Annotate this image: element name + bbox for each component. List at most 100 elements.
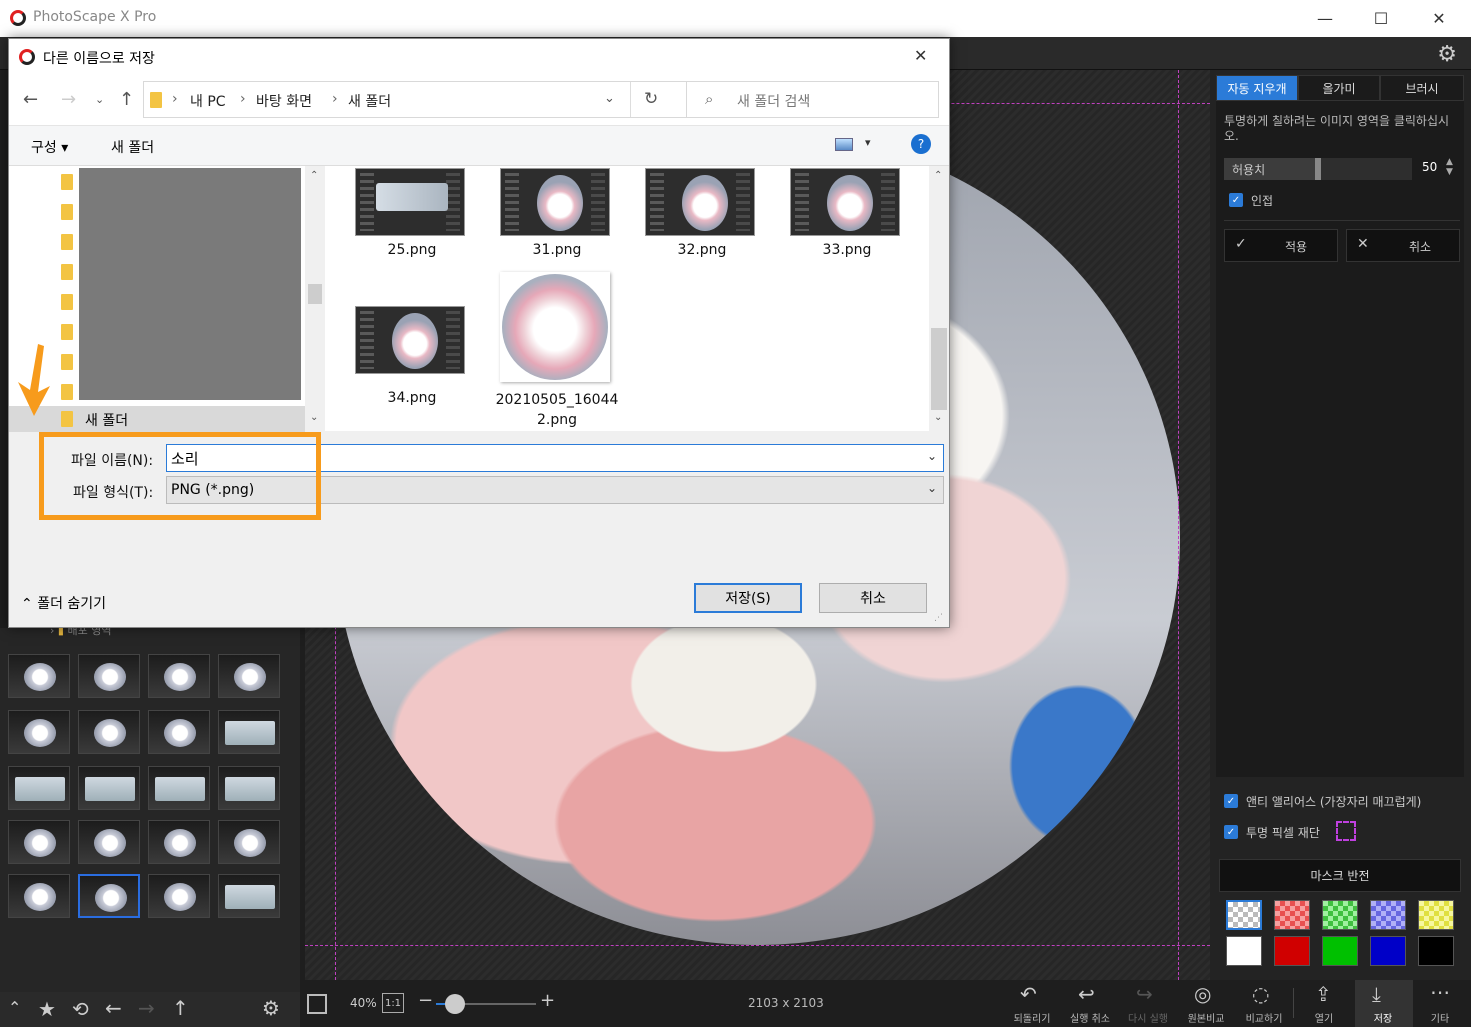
file-name[interactable]: 31.png <box>487 242 627 258</box>
more-icon[interactable]: ⋯ <box>1430 980 1450 1004</box>
apply-button[interactable]: ✓ 적용 <box>1224 229 1338 262</box>
swatch-blue[interactable] <box>1370 936 1406 966</box>
address-dropdown-icon[interactable]: ⌄ <box>604 91 615 106</box>
scroll-thumb[interactable] <box>308 284 322 304</box>
thumbnail[interactable] <box>218 654 280 698</box>
thumbnail[interactable] <box>218 710 280 754</box>
minimize-button[interactable]: — <box>1296 0 1354 37</box>
thumbnail[interactable] <box>218 820 280 864</box>
forward-arrow-icon[interactable]: → <box>61 89 76 110</box>
settings-gear-icon[interactable]: ⚙ <box>1437 42 1457 67</box>
thumbnail[interactable] <box>218 766 280 810</box>
back-arrow-icon[interactable]: ← <box>23 89 38 110</box>
swatch-transparent[interactable] <box>1226 900 1262 930</box>
swatch-green-checker[interactable] <box>1322 900 1358 930</box>
invert-mask-button[interactable]: 마스크 반전 <box>1219 859 1461 892</box>
thumbnail[interactable] <box>78 710 140 754</box>
thumbnail[interactable] <box>8 766 70 810</box>
compare-icon[interactable]: ◌ <box>1252 982 1269 1006</box>
breadcrumb-new-folder[interactable]: 새 폴더 <box>348 91 391 111</box>
swatch-yellow-checker[interactable] <box>1418 900 1454 930</box>
cancel-button[interactable]: 취소 <box>819 583 927 613</box>
swatch-red-checker[interactable] <box>1274 900 1310 930</box>
dialog-close-button[interactable]: ✕ <box>914 46 927 65</box>
tree-item-selected[interactable]: 새 폴더 <box>9 406 305 432</box>
tab-lasso[interactable]: 올가미 <box>1298 75 1380 101</box>
organize-button[interactable]: 구성 ▾ <box>31 137 68 157</box>
up-arrow-icon[interactable]: ↑ <box>119 89 134 110</box>
cancel-tool-button[interactable]: ✕ 취소 <box>1346 229 1460 262</box>
open-label[interactable]: 열기 <box>1294 1010 1354 1025</box>
save-icon[interactable]: ⤓ <box>1372 982 1381 1006</box>
tolerance-value[interactable]: 50 <box>1422 160 1437 174</box>
search-input[interactable]: ⌕ 새 폴더 검색 <box>686 81 939 118</box>
revert-icon[interactable]: ↶ <box>1020 982 1037 1006</box>
breadcrumb-this-pc[interactable]: 내 PC <box>190 91 226 111</box>
filetype-dropdown-icon[interactable]: ⌄ <box>927 481 937 495</box>
zoom-in-icon[interactable]: + <box>540 990 555 1011</box>
up-arrow-icon[interactable]: ↑ <box>172 996 189 1020</box>
zoom-out-icon[interactable]: − <box>418 990 433 1011</box>
swatch-red[interactable] <box>1274 936 1310 966</box>
thumbnail-selected[interactable] <box>78 874 140 918</box>
redo-icon[interactable]: ↪ <box>1136 982 1153 1006</box>
compare-label[interactable]: 비교하기 <box>1234 1010 1294 1025</box>
undo-icon[interactable]: ↩ <box>1078 982 1095 1006</box>
more-label[interactable]: 기타 <box>1410 1010 1470 1025</box>
one-to-one-button[interactable]: 1:1 <box>382 993 404 1013</box>
scroll-down-icon[interactable]: ⌄ <box>934 412 942 423</box>
help-icon[interactable]: ? <box>911 134 931 154</box>
maximize-button[interactable]: ☐ <box>1352 0 1410 37</box>
tolerance-stepper-icon[interactable]: ▲ ▼ <box>1446 157 1453 177</box>
thumbnail[interactable] <box>148 874 210 918</box>
compare-original-icon[interactable]: ◎ <box>1194 982 1211 1006</box>
tree-scrollbar[interactable]: ⌃ ⌄ <box>305 166 325 432</box>
swatch-black[interactable] <box>1418 936 1454 966</box>
file-name[interactable]: 32.png <box>632 242 772 258</box>
refresh-icon[interactable]: ⟲ <box>72 997 89 1021</box>
view-dropdown-icon[interactable]: ▾ <box>865 136 871 149</box>
thumbnail[interactable] <box>218 874 280 918</box>
file-thumbnail[interactable] <box>645 168 755 236</box>
thumbnail[interactable] <box>148 710 210 754</box>
thumbnail[interactable] <box>8 654 70 698</box>
scroll-up-icon[interactable]: ⌃ <box>310 170 318 181</box>
compare-original-label[interactable]: 원본비교 <box>1176 1010 1236 1025</box>
hide-folders-toggle[interactable]: ⌃ 폴더 숨기기 <box>21 593 106 613</box>
tab-auto-eraser[interactable]: 자동 지우개 <box>1216 75 1298 101</box>
thumbnail[interactable] <box>148 766 210 810</box>
file-thumbnail[interactable] <box>500 168 610 236</box>
folder-tree[interactable]: 새 폴더 ⌃ ⌄ <box>9 166 325 432</box>
file-thumbnail[interactable] <box>790 168 900 236</box>
forward-arrow-icon[interactable]: → <box>138 996 155 1020</box>
file-name[interactable]: 34.png <box>342 390 482 406</box>
thumbnail[interactable] <box>78 654 140 698</box>
close-button[interactable]: ✕ <box>1410 0 1468 37</box>
file-thumbnail[interactable] <box>355 306 465 374</box>
swatch-blue-checker[interactable] <box>1370 900 1406 930</box>
breadcrumb-desktop[interactable]: 바탕 화면 <box>256 91 312 111</box>
thumbnail[interactable] <box>78 766 140 810</box>
resize-grip-icon[interactable]: ⋰ <box>934 613 943 623</box>
view-options-icon[interactable] <box>835 138 853 151</box>
adjacent-checkbox[interactable]: ✓ <box>1229 193 1243 207</box>
swatch-green[interactable] <box>1322 936 1358 966</box>
file-thumbnail[interactable] <box>500 272 610 382</box>
file-name[interactable]: 25.png <box>342 242 482 258</box>
files-scrollbar[interactable]: ⌃ ⌄ <box>929 166 949 432</box>
save-label[interactable]: 저장 <box>1353 1010 1413 1025</box>
antialias-checkbox[interactable]: ✓ <box>1224 794 1238 808</box>
transparent-crop-checkbox[interactable]: ✓ <box>1224 825 1238 839</box>
address-bar[interactable]: › 내 PC › 바탕 화면 › 새 폴더 ⌄ ↻ <box>143 81 687 118</box>
settings-gear-icon[interactable]: ⚙ <box>262 996 280 1020</box>
thumbnail[interactable] <box>8 710 70 754</box>
thumbnail[interactable] <box>148 654 210 698</box>
zoom-slider-handle[interactable] <box>445 994 465 1014</box>
undo-label[interactable]: 실행 취소 <box>1060 1010 1120 1025</box>
save-button[interactable]: 저장(S) <box>694 583 802 613</box>
recent-chevron-icon[interactable]: ⌄ <box>95 93 104 106</box>
collapse-up-icon[interactable]: ⌃ <box>8 998 21 1017</box>
tolerance-slider-handle[interactable] <box>1315 158 1321 180</box>
new-folder-button[interactable]: 새 폴더 <box>111 137 154 157</box>
tab-brush[interactable]: 브러시 <box>1380 75 1464 101</box>
